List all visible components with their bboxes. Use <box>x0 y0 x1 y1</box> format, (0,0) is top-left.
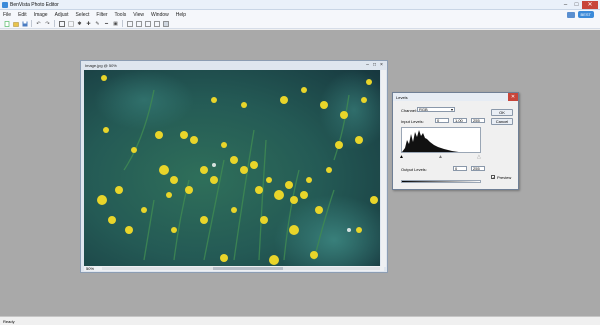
status-bar: Ready <box>0 316 600 325</box>
output-gradient-bar[interactable] <box>401 180 481 183</box>
cancel-button[interactable]: Cancel <box>491 118 513 125</box>
toolbar-separator <box>54 20 55 27</box>
image-maximize-button[interactable]: □ <box>371 61 378 69</box>
image-horizontal-scrollbar[interactable] <box>102 267 380 270</box>
brush-icon[interactable]: ✎ <box>94 20 101 27</box>
app-icon <box>2 2 8 8</box>
zoom-icon[interactable]: ✱ <box>76 20 83 27</box>
info-icon[interactable] <box>162 20 169 27</box>
undo-icon[interactable]: ↶ <box>35 20 42 27</box>
channel-select[interactable]: RGB ▾ <box>417 107 455 112</box>
new-icon[interactable] <box>3 20 10 27</box>
input-gamma-slider[interactable]: ▲ <box>438 154 443 160</box>
input-gamma-field[interactable]: 1.00 <box>453 118 467 123</box>
toolbar-separator <box>122 20 123 27</box>
menu-adjust[interactable]: Adjust <box>55 12 69 18</box>
image-minimize-button[interactable]: – <box>364 61 371 69</box>
input-levels-label: Input Levels: <box>401 119 424 124</box>
menu-filter[interactable]: Filter <box>96 12 107 18</box>
menu-edit[interactable]: Edit <box>18 12 27 18</box>
photo-canvas[interactable] <box>84 70 380 267</box>
best-badge[interactable]: BEST <box>577 11 594 18</box>
output-black-field[interactable]: 0 <box>453 166 467 171</box>
open-icon[interactable] <box>12 20 19 27</box>
rect-icon[interactable]: ▣ <box>112 20 119 27</box>
input-black-slider[interactable]: ▲ <box>399 154 404 160</box>
language-icon[interactable] <box>566 11 575 18</box>
status-text: Ready <box>3 318 15 324</box>
levels-close-button[interactable]: ✕ <box>508 93 518 101</box>
menu-image[interactable]: Image <box>34 12 48 18</box>
output-white-field[interactable]: 255 <box>471 166 485 171</box>
channel-value: RGB <box>419 107 428 112</box>
menu-file[interactable]: File <box>3 12 11 18</box>
image-window[interactable]: Image.jpg @ 50% – □ × 50% <box>80 60 388 273</box>
levels-title: Levels <box>396 94 408 100</box>
window-controls: – □ ✕ <box>560 1 598 9</box>
levels-titlebar[interactable]: Levels ✕ <box>393 93 518 101</box>
input-black-field[interactable]: 0 <box>435 118 449 123</box>
menu-right-area: BEST <box>566 11 594 18</box>
channel-label: Channel: <box>401 108 418 113</box>
line-icon[interactable]: ━ <box>103 20 110 27</box>
histogram-graph <box>402 130 459 152</box>
toolbar-separator <box>31 20 32 27</box>
select-icon[interactable] <box>67 20 74 27</box>
image-window-title: Image.jpg @ 50% <box>85 62 117 68</box>
scrollbar-thumb[interactable] <box>213 267 284 270</box>
chevron-down-icon: ▾ <box>450 107 453 112</box>
zoom-level[interactable]: 50% <box>84 266 98 271</box>
input-white-field[interactable]: 255 <box>471 118 485 123</box>
histogram[interactable] <box>401 127 481 153</box>
menu-view[interactable]: View <box>133 12 144 18</box>
image-window-titlebar[interactable]: Image.jpg @ 50% – □ × <box>81 61 387 69</box>
output-levels-label: Output Levels: <box>401 167 427 172</box>
save-icon[interactable] <box>21 20 28 27</box>
grid-icon[interactable] <box>135 20 142 27</box>
input-white-slider[interactable]: △ <box>477 154 481 160</box>
window-title: BenVista Photo Editor <box>10 2 59 8</box>
maximize-button[interactable]: □ <box>571 1 582 9</box>
redo-icon[interactable]: ↷ <box>44 20 51 27</box>
image-window-controls: – □ × <box>364 61 385 69</box>
panel-icon[interactable] <box>144 20 151 27</box>
flower-photo <box>84 70 380 267</box>
frame-icon[interactable] <box>126 20 133 27</box>
title-bar: BenVista Photo Editor – □ ✕ <box>0 0 600 10</box>
layout-icon[interactable] <box>153 20 160 27</box>
toolbar: ↶ ↷ ✱ ✚ ✎ ━ ▣ <box>0 19 600 29</box>
image-vertical-scrollbar[interactable] <box>381 70 386 267</box>
menu-select[interactable]: Select <box>76 12 90 18</box>
close-button[interactable]: ✕ <box>582 1 598 9</box>
levels-dialog: Levels ✕ Channel: RGB ▾ Input Levels: 0 … <box>392 92 519 190</box>
minimize-button[interactable]: – <box>560 1 571 9</box>
menu-bar: File Edit Image Adjust Select Filter Too… <box>0 10 600 19</box>
menu-window[interactable]: Window <box>151 12 169 18</box>
crop-icon[interactable] <box>58 20 65 27</box>
image-close-button[interactable]: × <box>378 61 385 69</box>
preview-checkbox[interactable]: ✓ <box>491 175 495 180</box>
image-status-bar: 50% <box>84 266 384 271</box>
move-icon[interactable]: ✚ <box>85 20 92 27</box>
menu-tools[interactable]: Tools <box>115 12 127 18</box>
preview-label: Preview <box>497 175 512 180</box>
menu-help[interactable]: Help <box>176 12 186 18</box>
ok-button[interactable]: OK <box>491 109 513 116</box>
